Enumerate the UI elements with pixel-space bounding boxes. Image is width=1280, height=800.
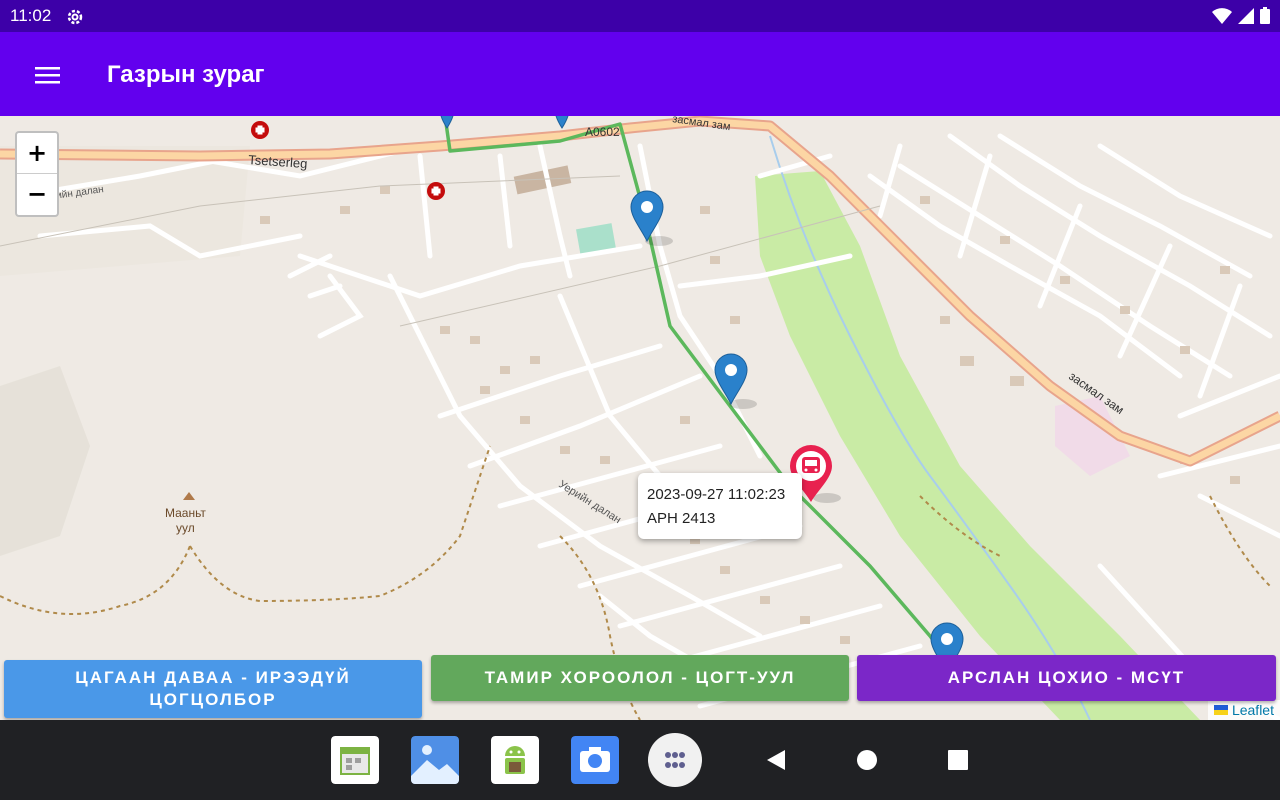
- route-button-tsagaan-davaa[interactable]: ЦАГААН ДАВАА - ИРЭЭДҮЙ ЦОГЦОЛБОР: [4, 660, 422, 718]
- ukraine-flag-icon: [1213, 705, 1228, 715]
- map-label-mountain-1: Мааньт: [165, 506, 206, 520]
- system-nav-bar: [0, 720, 1280, 800]
- recents-icon[interactable]: [947, 748, 969, 772]
- route-button-tamir-khoroolol[interactable]: ТАМИР ХОРООЛОЛ - ЦОГТ-УУЛ: [431, 655, 849, 701]
- route-button-label: ЦАГААН ДАВАА - ИРЭЭДҮЙ ЦОГЦОЛБОР: [75, 668, 351, 709]
- camera-app-icon[interactable]: [571, 736, 619, 784]
- hospital-icon: [251, 121, 269, 139]
- bus-info-popup: 2023-09-27 11:02:23 АРН 2413: [638, 473, 802, 539]
- hospital-icon: [427, 182, 445, 200]
- map-tiles[interactable]: Tsetserleg A0602 засмал зам засмал зам У…: [0, 116, 1280, 720]
- hamburger-menu-icon[interactable]: [28, 56, 66, 94]
- app-drawer-icon[interactable]: [648, 733, 702, 787]
- calendar-app-icon[interactable]: [331, 736, 379, 784]
- map-attribution: Leaflet: [1207, 700, 1280, 720]
- battery-icon: [1260, 7, 1270, 24]
- gallery-app-icon[interactable]: [411, 736, 459, 784]
- zoom-control: + −: [15, 131, 59, 217]
- stop-marker-icon[interactable]: [630, 190, 673, 246]
- map-label-a0602: A0602: [585, 125, 620, 139]
- terrain-patch: [0, 366, 90, 556]
- android-app-icon[interactable]: [491, 736, 539, 784]
- page-title: Газрын зураг: [107, 61, 265, 88]
- app-bar: Газрын зураг: [0, 32, 1280, 116]
- map-label-mountain-2: уул: [176, 521, 195, 535]
- map-view[interactable]: Tsetserleg A0602 засмал зам засмал зам У…: [0, 116, 1280, 720]
- route-button-arslan-tsokhio[interactable]: АРСЛАН ЦОХИО - МСҮТ: [857, 655, 1276, 701]
- home-icon[interactable]: [856, 748, 878, 772]
- zoom-in-button[interactable]: +: [17, 133, 57, 173]
- stop-marker-icon[interactable]: [714, 353, 757, 409]
- leaflet-link[interactable]: Leaflet: [1232, 702, 1274, 718]
- zoom-out-button[interactable]: −: [17, 173, 57, 214]
- settings-gear-icon: [67, 9, 83, 25]
- stop-marker-icon[interactable]: [555, 116, 569, 129]
- popup-plate: АРН 2413: [647, 510, 716, 527]
- route-button-label: ТАМИР ХОРООЛОЛ - ЦОГТ-УУЛ: [484, 668, 796, 687]
- peak-icon: [183, 492, 195, 500]
- wifi-icon: [1212, 7, 1232, 24]
- status-bar: 11:02: [0, 0, 1280, 32]
- back-icon[interactable]: [765, 748, 787, 772]
- signal-icon: [1238, 7, 1254, 24]
- status-time: 11:02: [10, 6, 52, 25]
- popup-timestamp: 2023-09-27 11:02:23: [647, 486, 786, 503]
- stop-marker-icon[interactable]: [440, 116, 454, 129]
- route-button-label: АРСЛАН ЦОХИО - МСҮТ: [947, 668, 1186, 687]
